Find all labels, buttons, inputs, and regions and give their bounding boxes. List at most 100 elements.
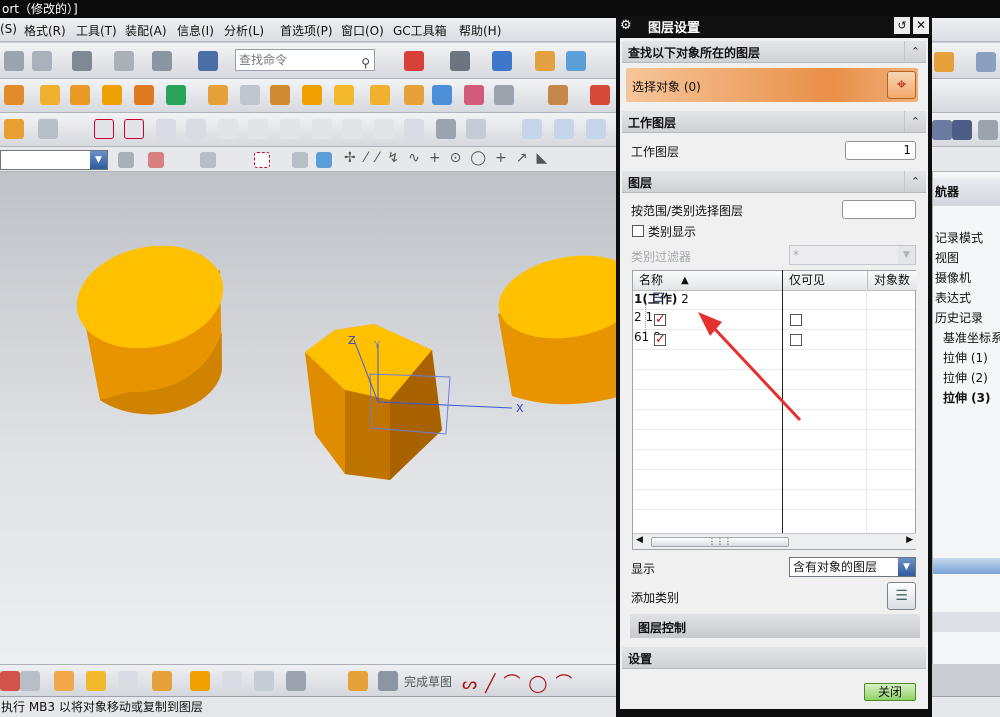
chevron-up-icon[interactable]: ⌃: [904, 41, 926, 62]
cylinder-body-right[interactable]: [492, 245, 642, 405]
sketch-solid-icon[interactable]: [286, 671, 306, 691]
section-settings[interactable]: 设置: [622, 647, 926, 669]
section-layers[interactable]: 图层 ⌃: [622, 171, 926, 193]
paste-icon[interactable]: [32, 51, 52, 71]
menu-item-tools[interactable]: 工具(T): [76, 22, 117, 39]
hole-icon[interactable]: [370, 85, 390, 105]
layer-icon[interactable]: [152, 51, 172, 71]
select-face-icon[interactable]: [292, 152, 308, 168]
menu-item-help[interactable]: 帮助(H): [459, 22, 501, 39]
add-category-button[interactable]: ☰: [887, 582, 916, 610]
trim-curve-icon[interactable]: [312, 119, 332, 139]
chamfer-icon[interactable]: [270, 85, 290, 105]
wcs-icon[interactable]: [978, 120, 998, 140]
chevron-up-icon[interactable]: ⌃: [904, 111, 926, 132]
offset-face-icon[interactable]: [464, 85, 484, 105]
visible-only-checkbox[interactable]: [790, 314, 802, 326]
navigator-item[interactable]: 表达式: [933, 288, 1000, 308]
display-select[interactable]: 含有对象的图层 ▼: [789, 557, 916, 577]
line-icon[interactable]: [94, 119, 114, 139]
crosshair-icon[interactable]: ⌖: [887, 71, 916, 99]
column-header-name[interactable]: 名称 ▲: [633, 271, 783, 291]
measure-icon[interactable]: [494, 85, 514, 105]
navigator-item[interactable]: 拉伸 (3): [933, 388, 1000, 408]
navigator-item[interactable]: 摄像机: [933, 268, 1000, 288]
curve-tool-icon[interactable]: [4, 119, 24, 139]
table-row[interactable]: ☰ 1(工作) 2: [634, 290, 915, 310]
select-object-row[interactable]: 选择对象 (0): [626, 68, 918, 102]
layer-checkbox[interactable]: [654, 312, 666, 327]
extend-curve-icon[interactable]: [342, 119, 362, 139]
snap-end-icon[interactable]: [200, 152, 216, 168]
scrollbar-thumb[interactable]: ⋮⋮⋮: [651, 537, 789, 547]
snap-tools-icon[interactable]: ✢⁄⁄↯∿+⊙◯+↗◣: [344, 150, 556, 166]
reset-icon[interactable]: ↺: [894, 17, 910, 34]
close-icon[interactable]: ✕: [913, 17, 929, 34]
command-search-input[interactable]: 查找命令 ⚲: [235, 49, 375, 71]
offset-curve-icon[interactable]: [218, 119, 238, 139]
fit-view-icon[interactable]: [404, 51, 424, 71]
array-icon[interactable]: [102, 85, 122, 105]
category-filter-select[interactable]: * ▼: [789, 245, 916, 265]
select-body-icon[interactable]: [316, 152, 332, 168]
pattern-icon[interactable]: [70, 85, 90, 105]
feature-table-icon[interactable]: [548, 85, 568, 105]
analysis-icon[interactable]: [466, 119, 486, 139]
mesh-icon[interactable]: [404, 119, 424, 139]
layer-checkbox[interactable]: [654, 332, 666, 347]
section-find-objects[interactable]: 查找以下对象所在的图层 ⌃: [622, 41, 926, 63]
sketch-pattern-icon[interactable]: [86, 671, 106, 691]
surface-icon[interactable]: [522, 119, 542, 139]
snap-point-icon[interactable]: [148, 152, 164, 168]
abc-text-icon[interactable]: [38, 119, 58, 139]
undo-icon[interactable]: [72, 51, 92, 71]
type-filter-select[interactable]: ▼: [0, 150, 108, 170]
menu-item-s[interactable]: (S): [0, 22, 17, 36]
sketch-start-icon[interactable]: [348, 671, 368, 691]
by-range-input[interactable]: [842, 200, 916, 219]
navigator-item[interactable]: 基准坐标系: [933, 328, 1000, 348]
sketch-curve-tools-icon[interactable]: ᔕ╱⌒◯⌒: [462, 669, 580, 694]
finish-sketch-label[interactable]: 完成草图: [404, 673, 452, 690]
assembly-nav-icon[interactable]: [952, 120, 972, 140]
finish-sketch-icon[interactable]: [378, 671, 398, 691]
sketch-list-icon[interactable]: [254, 671, 274, 691]
bridge-curve-icon[interactable]: [280, 119, 300, 139]
table-row[interactable]: 61 8: [634, 330, 915, 350]
chevron-up-icon[interactable]: ⌃: [904, 171, 926, 192]
scroll-right-icon[interactable]: ▶: [906, 535, 913, 545]
menu-item-window[interactable]: 窗口(O): [341, 22, 384, 39]
gear-icon[interactable]: ⚙: [620, 18, 632, 33]
sketch-point-icon[interactable]: [0, 671, 20, 691]
edge-blend-icon[interactable]: [302, 85, 322, 105]
navigator-scrollbar[interactable]: [933, 558, 1000, 574]
sketch-chain-icon[interactable]: [190, 671, 210, 691]
revolve-icon[interactable]: [40, 85, 60, 105]
draft-icon[interactable]: [404, 85, 424, 105]
select-box-icon[interactable]: [254, 152, 270, 168]
project-curve-icon[interactable]: [248, 119, 268, 139]
menu-item-preferences[interactable]: 首选项(P): [280, 22, 333, 39]
sort-ascending-icon[interactable]: ▲: [681, 271, 689, 290]
view-orient-icon[interactable]: [492, 51, 512, 71]
navigator-item[interactable]: 记录模式: [933, 228, 1000, 248]
navigator-item[interactable]: 历史记录: [933, 308, 1000, 328]
navigator-item[interactable]: 视图: [933, 248, 1000, 268]
category-display-checkbox[interactable]: [632, 225, 644, 237]
boolean-icon[interactable]: [134, 85, 154, 105]
surface-edit-icon[interactable]: [586, 119, 606, 139]
graphics-viewport[interactable]: X Z Y: [0, 172, 642, 664]
menu-item-assembly[interactable]: 装配(A): [125, 22, 167, 39]
search-icon[interactable]: ⚲: [361, 53, 370, 73]
filter-icon[interactable]: [118, 152, 134, 168]
redo-icon[interactable]: [114, 51, 134, 71]
sketch-extrude-icon[interactable]: [152, 671, 172, 691]
menu-item-gc-toolbox[interactable]: GC工具箱: [393, 22, 447, 39]
spline-icon[interactable]: [156, 119, 176, 139]
part-nav-icon[interactable]: [932, 120, 952, 140]
column-header-visible-only[interactable]: 仅可见: [783, 271, 868, 291]
info-icon[interactable]: [198, 51, 218, 71]
menu-item-format[interactable]: 格式(R): [24, 22, 66, 39]
arc-icon[interactable]: [124, 119, 144, 139]
grid-icon[interactable]: [436, 119, 456, 139]
